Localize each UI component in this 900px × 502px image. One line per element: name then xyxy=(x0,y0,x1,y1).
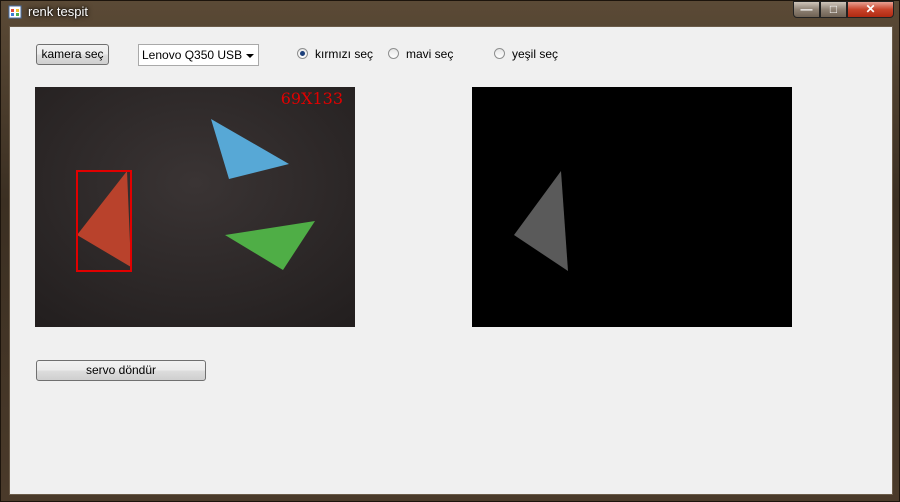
camera-select[interactable]: Lenovo Q350 USB F xyxy=(138,44,259,66)
mask-frame-image xyxy=(472,87,792,327)
close-icon: ✕ xyxy=(865,2,876,16)
maximize-icon: □ xyxy=(829,2,838,16)
window-app-icon xyxy=(8,5,22,19)
camera-frame-image xyxy=(35,87,355,327)
chevron-down-icon[interactable] xyxy=(246,54,254,58)
radio-green[interactable]: yeşil seç xyxy=(494,47,564,63)
radio-blue[interactable]: mavi seç xyxy=(388,47,458,63)
radio-red-dot[interactable] xyxy=(297,48,308,59)
radio-blue-label: mavi seç xyxy=(406,47,454,61)
form-client-area: kamera seç Lenovo Q350 USB F kırmızı seç… xyxy=(9,26,893,495)
app-window: renk tespit — □ ✕ kamera seç Lenovo Q350… xyxy=(0,0,900,502)
detection-size-label: 69X133 xyxy=(280,89,343,108)
close-button[interactable]: ✕ xyxy=(847,1,894,18)
title-bar[interactable]: renk tespit — □ ✕ xyxy=(1,1,900,23)
radio-blue-dot[interactable] xyxy=(388,48,399,59)
radio-green-label: yeşil seç xyxy=(512,47,559,61)
camera-select-value: Lenovo Q350 USB F xyxy=(142,48,242,62)
mask-preview xyxy=(472,87,792,327)
maximize-button[interactable]: □ xyxy=(820,1,847,18)
camera-preview: 69X133 xyxy=(35,87,355,327)
radio-red[interactable]: kırmızı seç xyxy=(297,47,377,63)
radio-red-label: kırmızı seç xyxy=(315,47,374,61)
select-camera-button[interactable]: kamera seç xyxy=(36,44,109,65)
servo-rotate-button[interactable]: servo döndür xyxy=(36,360,206,381)
window-title: renk tespit xyxy=(28,4,88,19)
minimize-button[interactable]: — xyxy=(793,1,820,18)
minimize-icon: — xyxy=(800,2,813,16)
radio-green-dot[interactable] xyxy=(494,48,505,59)
